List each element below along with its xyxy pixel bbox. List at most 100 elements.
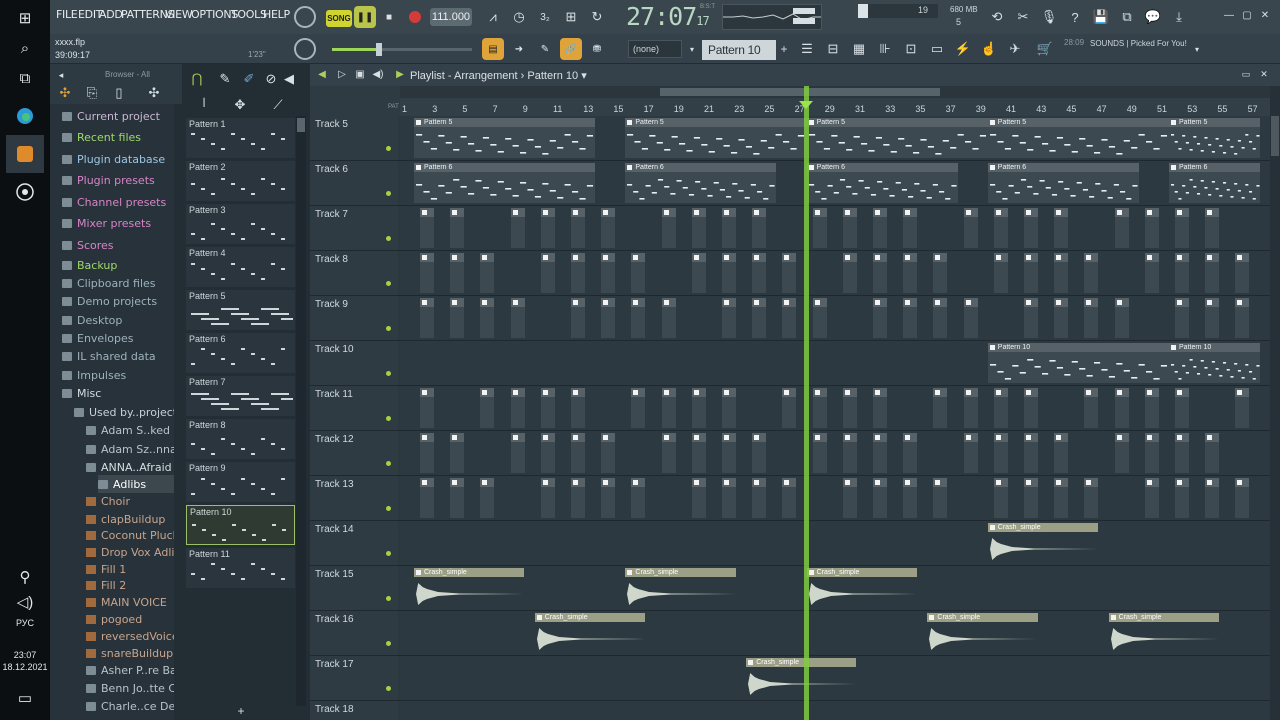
pattern-block[interactable] bbox=[420, 298, 434, 338]
track-lane[interactable]: Pattern 5 Pattern 5 Pattern 5 Pattern 5 Patt… bbox=[400, 116, 1270, 160]
bar-number[interactable]: 15 bbox=[613, 104, 623, 114]
pattern-clip[interactable]: Pattern 5 bbox=[1169, 118, 1260, 158]
people-icon[interactable]: ⚲ bbox=[13, 565, 37, 589]
playlist-arrow-icon[interactable]: ▶ bbox=[394, 68, 406, 80]
pattern-block[interactable] bbox=[812, 433, 827, 473]
bar-number[interactable]: 29 bbox=[825, 104, 835, 114]
bar-number[interactable]: 1 bbox=[402, 104, 407, 114]
brush-icon[interactable]: ✐ bbox=[242, 71, 256, 86]
pattern-block[interactable] bbox=[812, 298, 827, 338]
pattern-block[interactable] bbox=[420, 433, 434, 473]
link-icon[interactable]: 🔗 bbox=[560, 38, 582, 60]
pattern-block[interactable] bbox=[1235, 478, 1250, 518]
cut-tools-icon[interactable]: ✂ bbox=[1011, 5, 1035, 29]
clock-time[interactable]: 23:07 bbox=[0, 650, 50, 660]
track-header[interactable]: Track 13 bbox=[310, 476, 398, 520]
pattern-block[interactable] bbox=[782, 298, 797, 338]
pattern-block[interactable] bbox=[631, 388, 646, 428]
bar-number[interactable]: 55 bbox=[1217, 104, 1227, 114]
metronome-icon[interactable]: ⩘ bbox=[482, 6, 504, 28]
track-enable-led[interactable] bbox=[386, 371, 391, 376]
pattern-block[interactable] bbox=[601, 433, 616, 473]
pattern-block[interactable] bbox=[480, 388, 495, 428]
browser-item[interactable]: Recent files bbox=[62, 128, 141, 146]
pattern-block[interactable] bbox=[873, 298, 887, 338]
pattern-block[interactable] bbox=[420, 478, 434, 518]
track-header[interactable]: Track 15 bbox=[310, 566, 398, 610]
bar-number[interactable]: 19 bbox=[674, 104, 684, 114]
pattern-item[interactable]: Pattern 5 bbox=[186, 290, 295, 330]
pattern-item[interactable]: Pattern 8 bbox=[186, 419, 295, 459]
track-header[interactable]: Track 17 bbox=[310, 656, 398, 700]
pattern-block[interactable] bbox=[963, 208, 978, 248]
pattern-block[interactable] bbox=[1114, 433, 1129, 473]
browser-item[interactable]: Scores bbox=[62, 236, 114, 254]
browser-item[interactable]: Channel presets bbox=[62, 193, 166, 211]
pattern-block[interactable] bbox=[540, 433, 555, 473]
pattern-item[interactable]: Pattern 9 bbox=[186, 462, 295, 502]
browser-item[interactable]: Current project bbox=[62, 107, 160, 125]
task-view-icon[interactable]: ⧉ bbox=[13, 66, 37, 90]
pattern-block[interactable] bbox=[1024, 388, 1038, 428]
timeline-ruler[interactable]: 1 3 5 7 9 11 13 15 17 19 21 23 25 27 29 31 33 35 37 39 41 43 4… bbox=[400, 86, 1270, 116]
language-indicator[interactable]: РУС bbox=[0, 618, 50, 628]
news-dropdown-icon[interactable]: ▾ bbox=[1192, 44, 1202, 54]
track-lane[interactable] bbox=[400, 476, 1270, 520]
pattern-clip[interactable]: Pattern 5 bbox=[625, 118, 807, 158]
add-pattern-icon[interactable]: + bbox=[778, 40, 790, 58]
audio-clip[interactable]: Crash_simple bbox=[806, 568, 917, 608]
pattern-block[interactable] bbox=[933, 478, 948, 518]
pattern-item[interactable]: Pattern 10 bbox=[186, 505, 295, 545]
playhead[interactable] bbox=[803, 86, 809, 720]
track-header[interactable]: Track 5 bbox=[310, 116, 398, 160]
pattern-block[interactable] bbox=[903, 478, 918, 518]
pattern-block[interactable] bbox=[1054, 253, 1069, 293]
countdown-icon[interactable]: 3₂ bbox=[534, 6, 556, 28]
pattern-block[interactable] bbox=[1175, 253, 1189, 293]
audio-clip[interactable]: Crash_simple bbox=[746, 658, 857, 698]
search-icon[interactable]: ⌕ bbox=[13, 36, 37, 60]
add-pattern-button[interactable]: + bbox=[234, 704, 248, 718]
pattern-block[interactable] bbox=[571, 208, 585, 248]
pattern-block[interactable] bbox=[631, 478, 646, 518]
pattern-block[interactable] bbox=[661, 388, 676, 428]
pattern-block[interactable] bbox=[752, 433, 767, 473]
pattern-block[interactable] bbox=[1144, 388, 1159, 428]
pattern-block[interactable] bbox=[1054, 208, 1069, 248]
plugin-picker-icon[interactable]: ⧉ bbox=[1115, 5, 1139, 29]
pattern-block[interactable] bbox=[1084, 298, 1099, 338]
pattern-clip[interactable]: Pattern 5 bbox=[414, 118, 596, 158]
pattern-block[interactable] bbox=[571, 298, 585, 338]
pattern-block[interactable] bbox=[540, 478, 555, 518]
wrench-icon[interactable]: ✈ bbox=[1004, 38, 1026, 60]
collapse-icon[interactable]: ✣ bbox=[58, 85, 72, 100]
pattern-block[interactable] bbox=[631, 253, 646, 293]
browser-item[interactable]: Plugin presets bbox=[62, 171, 155, 189]
playlist-vscroll[interactable] bbox=[1270, 86, 1280, 720]
playlist-view-button[interactable]: ▤ bbox=[482, 38, 504, 60]
bar-number[interactable]: 39 bbox=[976, 104, 986, 114]
track-lane[interactable] bbox=[400, 296, 1270, 340]
pattern-block[interactable] bbox=[722, 298, 736, 338]
track-lane[interactable] bbox=[400, 206, 1270, 250]
pattern-block[interactable] bbox=[420, 388, 434, 428]
pattern-block[interactable] bbox=[842, 433, 857, 473]
pattern-block[interactable] bbox=[420, 208, 434, 248]
bar-number[interactable]: 57 bbox=[1248, 104, 1258, 114]
pattern-block[interactable] bbox=[963, 298, 978, 338]
edge-icon[interactable] bbox=[13, 104, 37, 128]
track-enable-led[interactable] bbox=[386, 461, 391, 466]
pattern-block[interactable] bbox=[510, 433, 525, 473]
track-header[interactable]: Track 9 bbox=[310, 296, 398, 340]
files-icon[interactable]: ▯ bbox=[112, 85, 126, 100]
pattern-block[interactable] bbox=[722, 478, 736, 518]
pattern-block[interactable] bbox=[1114, 298, 1129, 338]
pattern-selector[interactable]: Pattern 10 bbox=[702, 40, 776, 60]
track-enable-led[interactable] bbox=[386, 641, 391, 646]
browser-item[interactable]: Impulses bbox=[62, 366, 126, 384]
pattern-block[interactable] bbox=[873, 253, 887, 293]
pattern-block[interactable] bbox=[1144, 433, 1159, 473]
pattern-block[interactable] bbox=[571, 433, 585, 473]
pattern-block[interactable] bbox=[963, 433, 978, 473]
track-lane[interactable]: Crash_simple Crash_simple Crash_simple bbox=[400, 611, 1270, 655]
